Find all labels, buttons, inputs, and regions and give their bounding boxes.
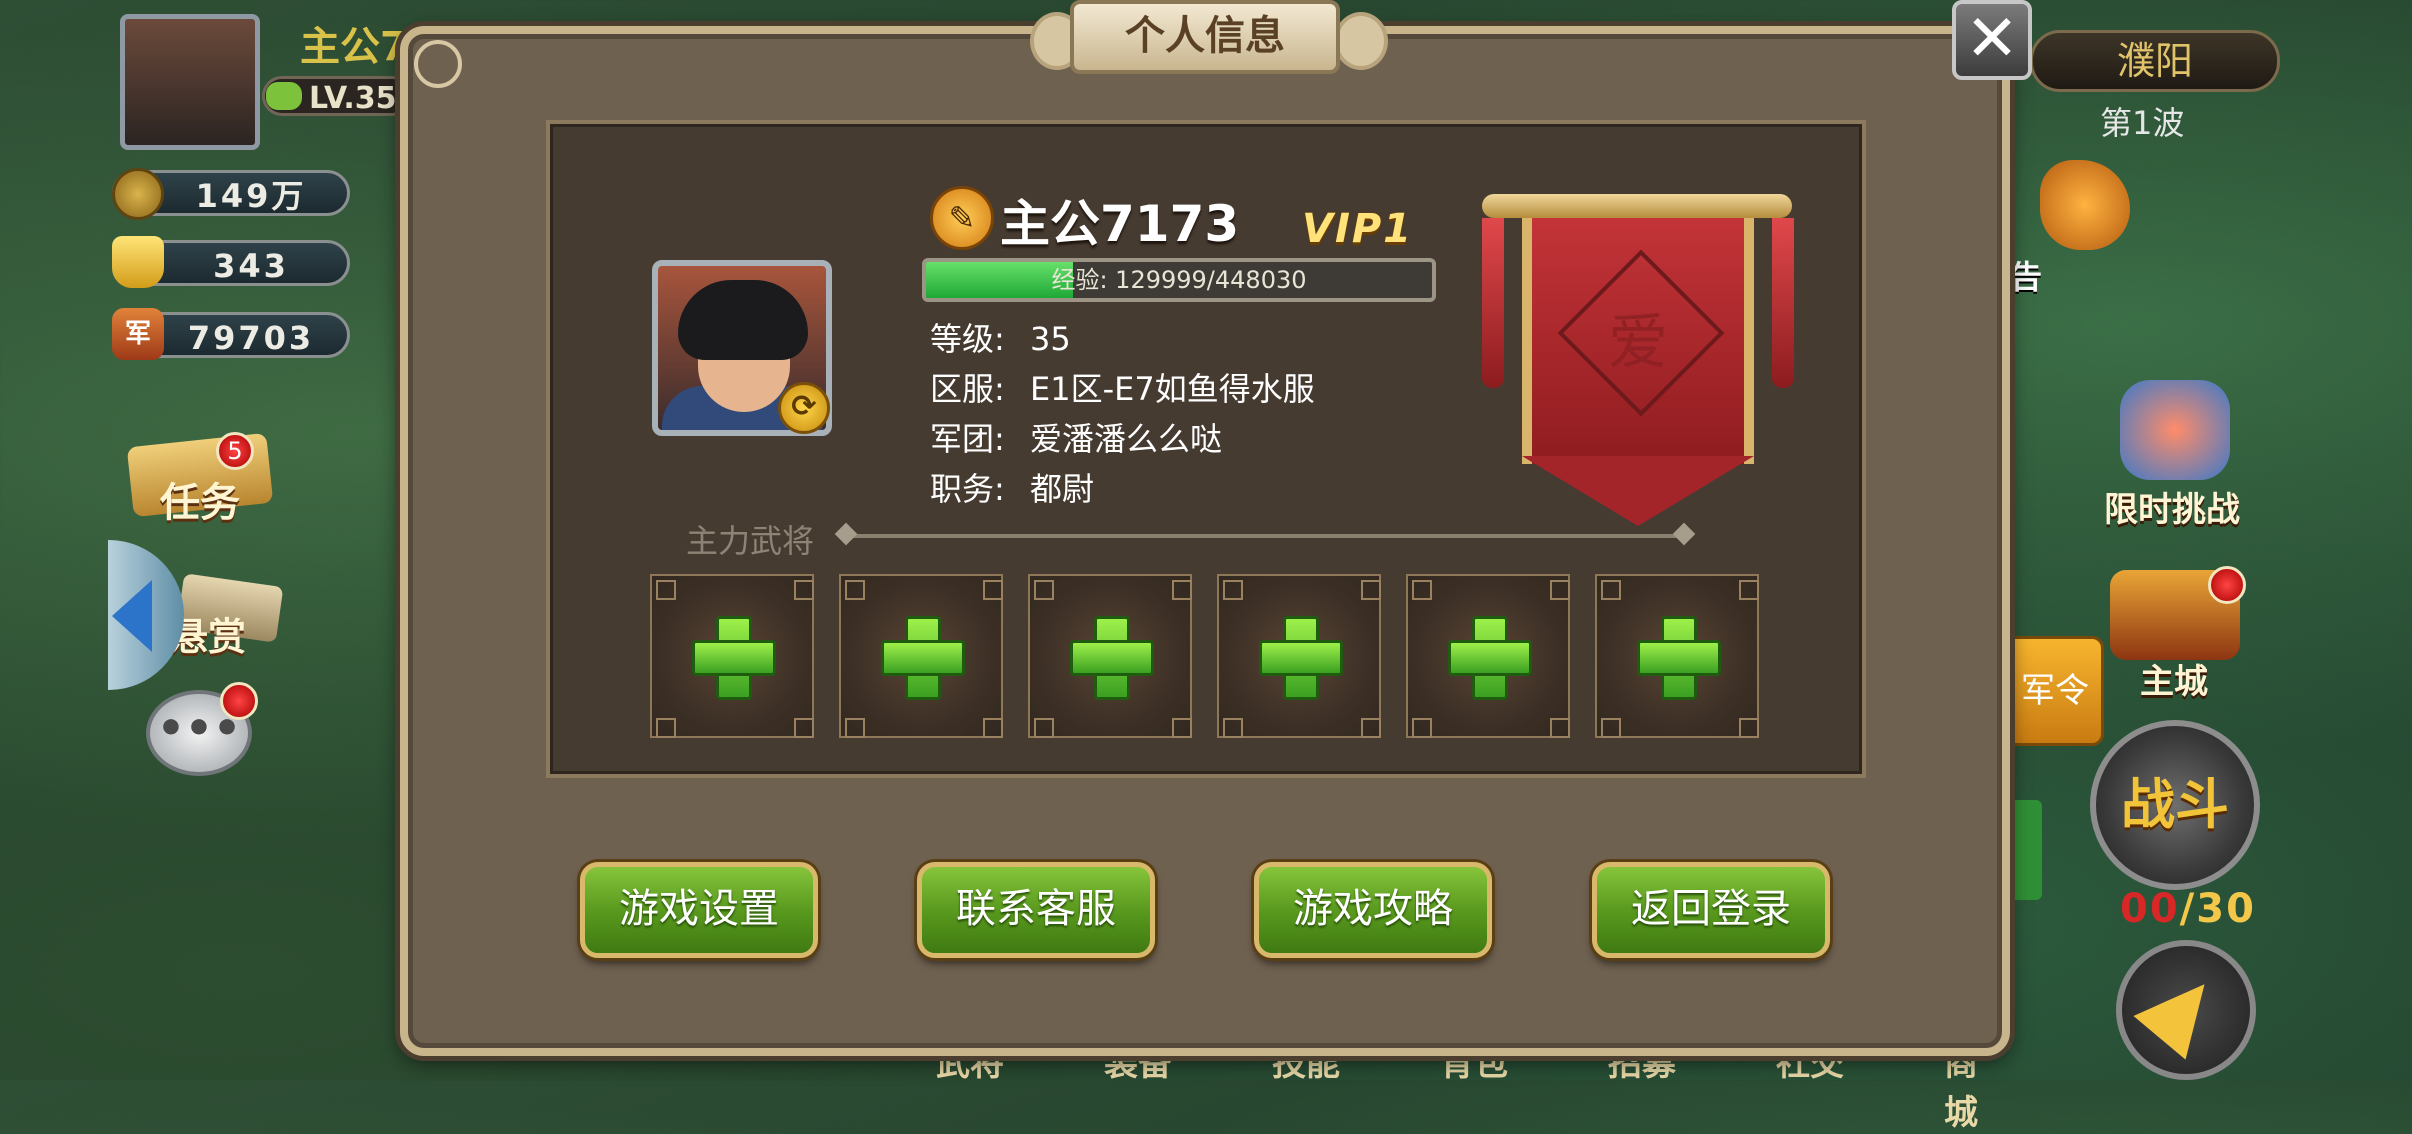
battle-count-max: 30: [2196, 886, 2256, 932]
add-general-icon: [1637, 640, 1721, 676]
military-order-button[interactable]: 军令: [2000, 636, 2104, 746]
slot-corner-ornament: [1172, 580, 1192, 600]
dialog-title: 个人信息: [1070, 0, 1340, 74]
exp-bar: 经验: 129999/448030: [922, 258, 1436, 302]
slot-corner-ornament: [1361, 718, 1381, 738]
slot-corner-ornament: [656, 580, 676, 600]
main-generals-label: 主力武将: [686, 522, 815, 560]
slot-corner-ornament: [1034, 580, 1054, 600]
add-general-icon: [881, 640, 965, 676]
slot-corner-ornament: [794, 718, 814, 738]
slot-corner-ornament: [1412, 580, 1432, 600]
general-slot[interactable]: [1595, 574, 1759, 738]
banner-emblem: 爱: [1608, 308, 1668, 378]
banner-tassel-left: [1482, 218, 1504, 388]
general-slot[interactable]: [1406, 574, 1570, 738]
info-label: 军团:: [930, 420, 1005, 458]
slot-corner-ornament: [656, 718, 676, 738]
vip-badge: VIP1: [1302, 206, 1413, 252]
main-city-notification-dot: [2208, 566, 2246, 604]
corner-ornament: [414, 40, 462, 88]
battle-button[interactable]: 战斗: [2090, 720, 2260, 890]
slot-corner-ornament: [1172, 718, 1192, 738]
info-label: 职务:: [930, 470, 1005, 508]
banner-point: [1522, 456, 1754, 526]
info-value: 都尉: [1030, 470, 1095, 508]
wave-indicator: 第1波: [2100, 104, 2185, 142]
section-divider: [846, 534, 1684, 538]
troops-icon: 军: [112, 308, 164, 360]
main-city-label[interactable]: 主城: [2140, 654, 2208, 703]
slot-corner-ornament: [1739, 718, 1759, 738]
add-general-icon: [692, 640, 776, 676]
hud-player-name: 主公7: [300, 24, 408, 70]
slot-corner-ornament: [1550, 580, 1570, 600]
announcement-horn-icon[interactable]: [2040, 160, 2130, 250]
slot-corner-ornament: [1550, 718, 1570, 738]
back-to-login-button[interactable]: 返回登录: [1592, 862, 1830, 958]
edit-name-icon[interactable]: ✎: [930, 186, 994, 250]
general-slot[interactable]: [650, 574, 814, 738]
slot-corner-ornament: [845, 718, 865, 738]
chevron-left-icon: [112, 580, 152, 652]
slot-corner-ornament: [983, 718, 1003, 738]
banner-tassel-right: [1772, 218, 1794, 388]
slot-corner-ornament: [1601, 718, 1621, 738]
exp-text: 经验: 129999/448030: [1051, 266, 1307, 294]
general-slot[interactable]: [1028, 574, 1192, 738]
chat-notification-dot: [220, 682, 258, 720]
copper-coin-icon: [112, 168, 164, 220]
general-slot[interactable]: [839, 574, 1003, 738]
info-value: 35: [1030, 320, 1071, 358]
player-name: 主公7173: [1000, 195, 1240, 253]
general-slot[interactable]: [1217, 574, 1381, 738]
task-badge: 5: [216, 432, 254, 470]
battle-count-current: 00: [2120, 886, 2180, 932]
legion-banner: 爱: [1472, 194, 1802, 526]
info-server: 区服: E1区-E7如鱼得水服: [930, 364, 1315, 410]
slot-corner-ornament: [794, 580, 814, 600]
info-rank: 职务: 都尉: [930, 464, 1094, 510]
change-avatar-icon[interactable]: ⟳: [778, 382, 830, 434]
game-guide-button[interactable]: 游戏攻略: [1254, 862, 1492, 958]
info-value: 爱潘潘么么哒: [1030, 420, 1223, 458]
info-label: 区服:: [930, 370, 1005, 408]
slot-corner-ornament: [1361, 580, 1381, 600]
add-general-icon: [1448, 640, 1532, 676]
slot-corner-ornament: [983, 580, 1003, 600]
info-value: E1区-E7如鱼得水服: [1030, 370, 1315, 408]
green-side-tab[interactable]: [2010, 800, 2042, 900]
title-ornament-right: [1334, 12, 1388, 70]
info-level: 等级: 35: [930, 314, 1071, 360]
slot-corner-ornament: [845, 580, 865, 600]
slot-corner-ornament: [1412, 718, 1432, 738]
timed-challenge-icon[interactable]: [2120, 380, 2230, 480]
slot-corner-ornament: [1034, 718, 1054, 738]
banner-rod: [1482, 194, 1792, 218]
hud-avatar[interactable]: [120, 14, 260, 150]
announcement-label[interactable]: 告: [2010, 252, 2042, 298]
game-settings-button[interactable]: 游戏设置: [580, 862, 818, 958]
timed-challenge-label[interactable]: 限时挑战: [2104, 482, 2240, 531]
slot-corner-ornament: [1223, 718, 1243, 738]
slot-corner-ornament: [1601, 580, 1621, 600]
info-legion: 军团: 爱潘潘么么哒: [930, 414, 1222, 460]
add-general-icon: [1259, 640, 1343, 676]
portrait-hair: [678, 280, 808, 360]
battle-count: 00/30: [2120, 886, 2256, 932]
city-name: 濮阳: [2030, 30, 2280, 92]
hud-level-exp-bar: [266, 82, 302, 110]
info-label: 等级:: [930, 320, 1005, 358]
battle-count-separator: /: [2179, 886, 2197, 932]
customer-service-button[interactable]: 联系客服: [917, 862, 1155, 958]
close-button[interactable]: ✕: [1952, 0, 2032, 80]
slot-corner-ornament: [1223, 580, 1243, 600]
gold-ingot-icon: [112, 236, 164, 288]
slot-corner-ornament: [1739, 580, 1759, 600]
add-general-icon: [1070, 640, 1154, 676]
task-button-label[interactable]: 任务: [160, 470, 240, 528]
